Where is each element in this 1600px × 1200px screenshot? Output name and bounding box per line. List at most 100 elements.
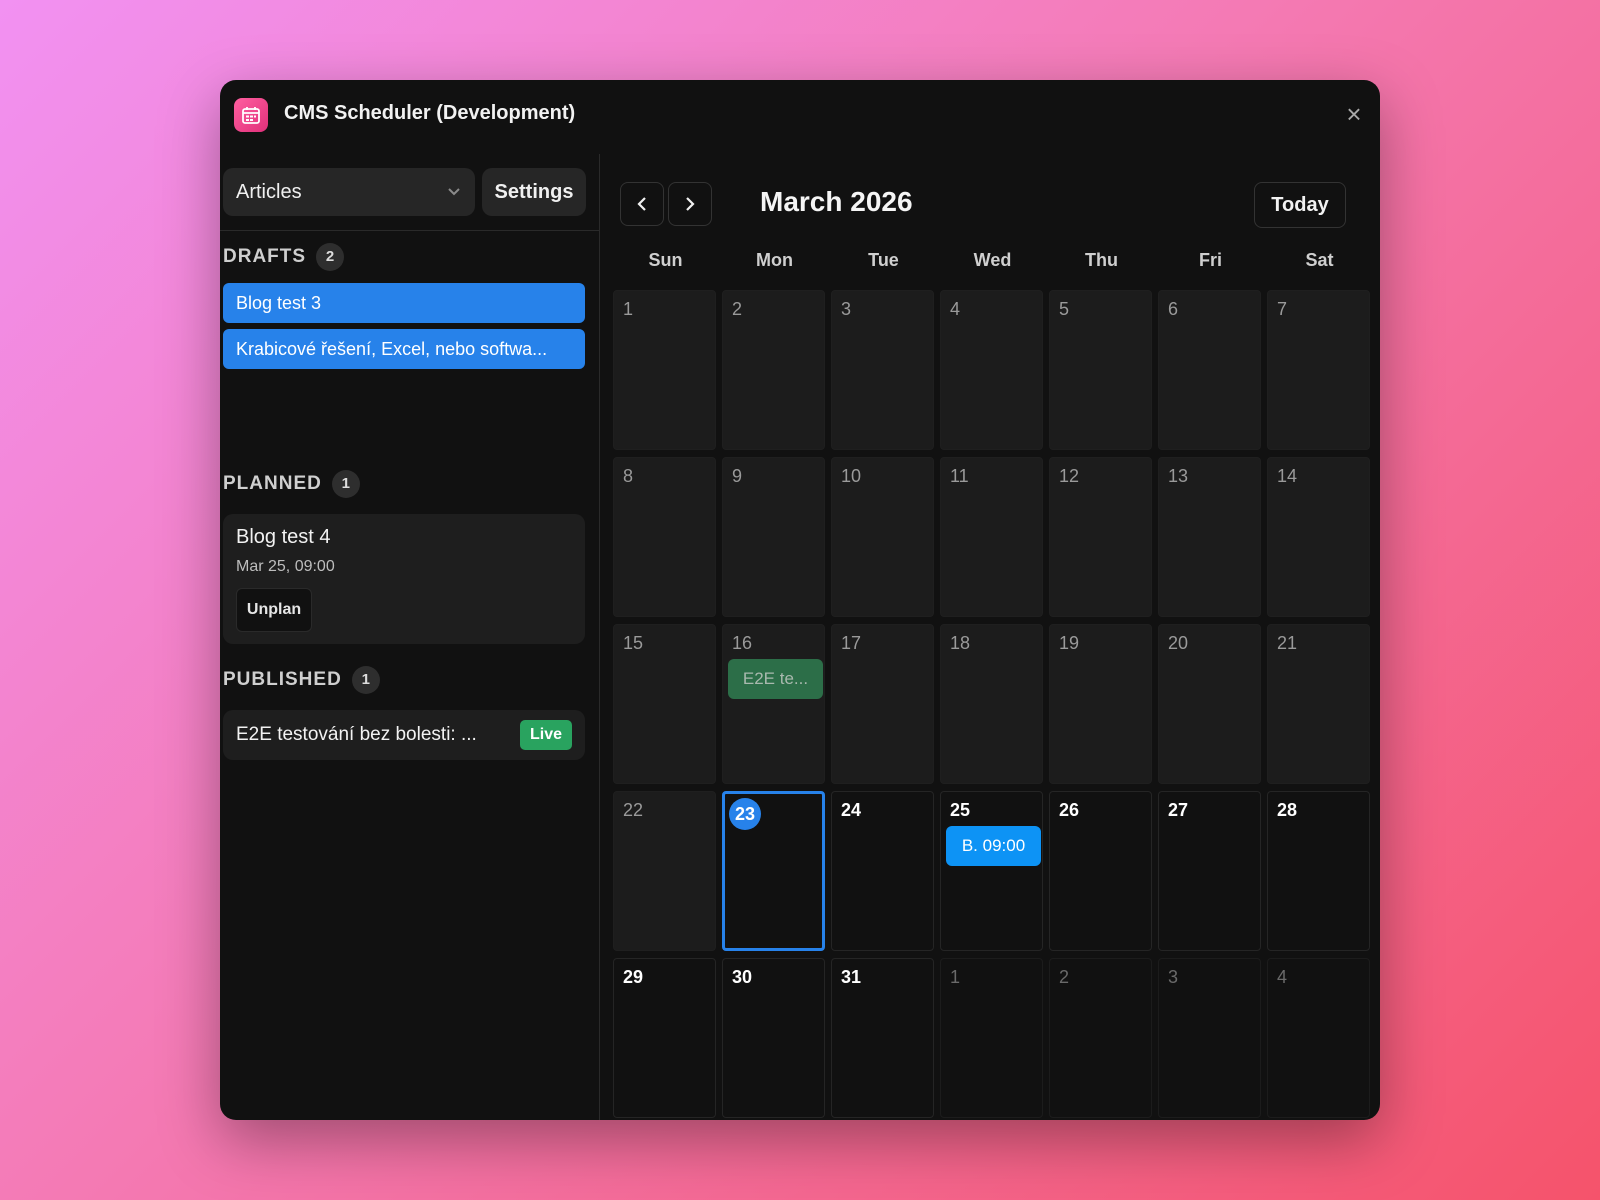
day-number: 21: [1277, 633, 1298, 653]
day-number: 18: [950, 633, 971, 653]
day-cell[interactable]: 9: [722, 457, 825, 617]
day-cell[interactable]: 16 E2E te...: [722, 624, 825, 784]
day-number: 8: [623, 466, 634, 486]
day-cell[interactable]: 31: [831, 958, 934, 1118]
day-cell[interactable]: 30: [722, 958, 825, 1118]
planned-title: PLANNED: [223, 473, 322, 494]
day-cell[interactable]: 29: [613, 958, 716, 1118]
planned-header: PLANNED 1: [223, 470, 360, 498]
sidebar-toolbar: Articles Settings: [223, 168, 589, 216]
day-cell[interactable]: 2: [1049, 958, 1152, 1118]
close-icon: ×: [1346, 99, 1362, 129]
day-cell[interactable]: 8: [613, 457, 716, 617]
day-cell[interactable]: 18: [940, 624, 1043, 784]
day-cell[interactable]: 17: [831, 624, 934, 784]
day-number: 16: [732, 633, 753, 653]
weekday-label: Tue: [868, 250, 899, 270]
weekday-label: Fri: [1198, 250, 1222, 270]
day-cell[interactable]: 21: [1267, 624, 1370, 784]
planned-item[interactable]: Blog test 4 Mar 25, 09:00 Unplan: [223, 514, 585, 644]
day-cell[interactable]: 24: [831, 791, 934, 951]
day-cell[interactable]: 22: [613, 791, 716, 951]
day-cell[interactable]: 14: [1267, 457, 1370, 617]
day-number: 5: [1059, 299, 1070, 319]
day-number: 13: [1168, 466, 1189, 486]
published-item[interactable]: E2E testování bez bolesti: ... Live: [223, 710, 585, 760]
settings-button[interactable]: Settings: [482, 168, 586, 216]
day-cell[interactable]: 5: [1049, 290, 1152, 450]
draft-item[interactable]: Krabicové řešení, Excel, nebo softwa...: [223, 329, 585, 369]
day-number: 25: [950, 800, 971, 820]
day-cell[interactable]: 3: [1158, 958, 1261, 1118]
day-cell-today[interactable]: 23: [722, 791, 825, 951]
weekday-label: Wed: [973, 250, 1012, 270]
calendar: March 2026 Today Sun Mon Tue Wed Thu Fri Sat 1…: [600, 154, 1380, 1120]
day-cell[interactable]: 26: [1049, 791, 1152, 951]
day-cell[interactable]: 4: [1267, 958, 1370, 1118]
day-cell[interactable]: 1: [613, 290, 716, 450]
title-bar: CMS Scheduler (Development) ×: [220, 80, 1380, 148]
weekday-label: Mon: [756, 250, 793, 270]
published-item-title: E2E testování bez bolesti: ...: [236, 724, 477, 745]
calendar-icon: [234, 98, 268, 132]
day-number: 28: [1277, 800, 1298, 820]
published-title: PUBLISHED: [223, 669, 342, 690]
weekday-header: Sun Mon Tue Wed Thu Fri Sat: [613, 250, 1377, 278]
live-badge: Live: [520, 720, 572, 750]
day-cell[interactable]: 1: [940, 958, 1043, 1118]
today-button[interactable]: Today: [1254, 182, 1346, 228]
prev-month-button[interactable]: [620, 182, 664, 226]
collection-select-value: Articles: [236, 181, 302, 203]
day-cell[interactable]: 28: [1267, 791, 1370, 951]
close-button[interactable]: ×: [1340, 100, 1368, 128]
day-cell[interactable]: 2: [722, 290, 825, 450]
day-number: 12: [1059, 466, 1080, 486]
calendar-event[interactable]: B. 09:00: [946, 826, 1041, 866]
day-number: 10: [841, 466, 862, 486]
day-cell[interactable]: 27: [1158, 791, 1261, 951]
day-cell[interactable]: 7: [1267, 290, 1370, 450]
day-number: 4: [1277, 967, 1288, 987]
weekday-label: Sat: [1305, 250, 1334, 270]
planned-count: 1: [331, 470, 360, 498]
day-cell[interactable]: 12: [1049, 457, 1152, 617]
day-cell[interactable]: 25 B. 09:00: [940, 791, 1043, 951]
day-number: 22: [623, 800, 644, 820]
day-cell[interactable]: 6: [1158, 290, 1261, 450]
day-cell[interactable]: 19: [1049, 624, 1152, 784]
day-number: 31: [841, 967, 862, 987]
day-cell[interactable]: 10: [831, 457, 934, 617]
sidebar: Articles Settings DRAFTS 2 Blog test 3 K…: [220, 154, 600, 1120]
day-cell[interactable]: 15: [613, 624, 716, 784]
day-number: 26: [1059, 800, 1080, 820]
unplan-button[interactable]: Unplan: [236, 588, 312, 632]
published-header: PUBLISHED 1: [223, 666, 380, 694]
day-cell[interactable]: 4: [940, 290, 1043, 450]
drafts-header: DRAFTS 2: [223, 243, 345, 271]
day-number: 1: [950, 967, 961, 987]
day-cell[interactable]: 3: [831, 290, 934, 450]
day-number: 3: [841, 299, 852, 319]
day-number: 19: [1059, 633, 1080, 653]
day-number: 27: [1168, 800, 1189, 820]
planned-item-title: Blog test 4: [236, 526, 331, 548]
day-cell[interactable]: 13: [1158, 457, 1261, 617]
day-number: 23: [729, 798, 761, 830]
day-number: 30: [732, 967, 753, 987]
next-month-button[interactable]: [668, 182, 712, 226]
collection-select[interactable]: Articles: [223, 168, 475, 216]
day-number: 20: [1168, 633, 1189, 653]
day-number: 2: [1059, 967, 1070, 987]
chevron-down-icon: [445, 182, 463, 205]
weekday-label: Sun: [648, 250, 683, 270]
sidebar-divider: [220, 230, 599, 231]
drafts-title: DRAFTS: [223, 246, 307, 267]
day-cell[interactable]: 11: [940, 457, 1043, 617]
month-title: March 2026: [760, 186, 913, 217]
day-number: 7: [1277, 299, 1288, 319]
drafts-count: 2: [316, 243, 345, 271]
draft-item[interactable]: Blog test 3: [223, 283, 585, 323]
chevron-right-icon: [686, 197, 695, 211]
day-cell[interactable]: 20: [1158, 624, 1261, 784]
calendar-event[interactable]: E2E te...: [728, 659, 823, 699]
